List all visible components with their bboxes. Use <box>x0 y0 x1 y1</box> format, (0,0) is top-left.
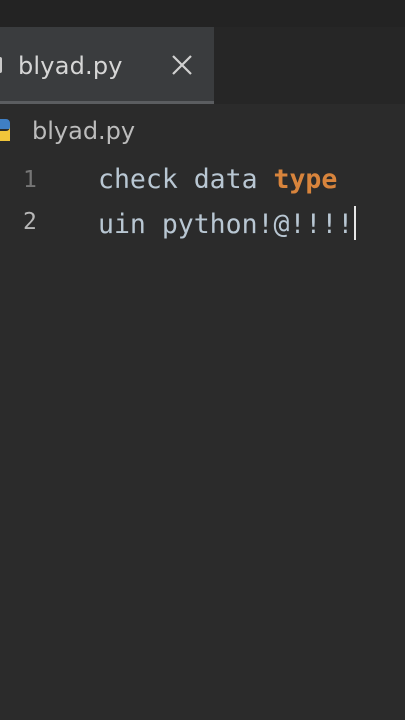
code-keyword: type <box>273 164 338 195</box>
line-number: 1 <box>23 167 37 193</box>
tab-blyad-py[interactable]: blyad.py <box>0 27 214 104</box>
code-text-plain: check data <box>98 164 274 195</box>
line-number: 2 <box>23 209 37 235</box>
code-text[interactable]: check data type <box>98 164 337 196</box>
tab-label: blyad.py <box>18 52 123 80</box>
code-text-plain: uin python!@!!!! <box>98 209 354 240</box>
close-icon[interactable] <box>168 51 196 79</box>
title-bar <box>0 0 405 27</box>
python-file-icon <box>0 118 14 142</box>
code-text[interactable]: uin python!@!!!! <box>98 206 357 241</box>
code-editor[interactable]: 1 check data type 2 uin python!@!!!! <box>0 152 405 720</box>
code-line[interactable]: 2 uin python!@!!!! <box>0 200 405 244</box>
text-caret <box>354 206 357 240</box>
breadcrumb-label: blyad.py <box>32 117 136 145</box>
tab-strip: blyad.py <box>0 27 405 104</box>
breadcrumb[interactable]: blyad.py <box>0 112 405 152</box>
code-line[interactable]: 1 check data type <box>0 158 405 202</box>
tab-edge-icon <box>0 57 2 73</box>
editor-window: blyad.py blyad.py 1 check data type 2 ui… <box>0 0 405 720</box>
